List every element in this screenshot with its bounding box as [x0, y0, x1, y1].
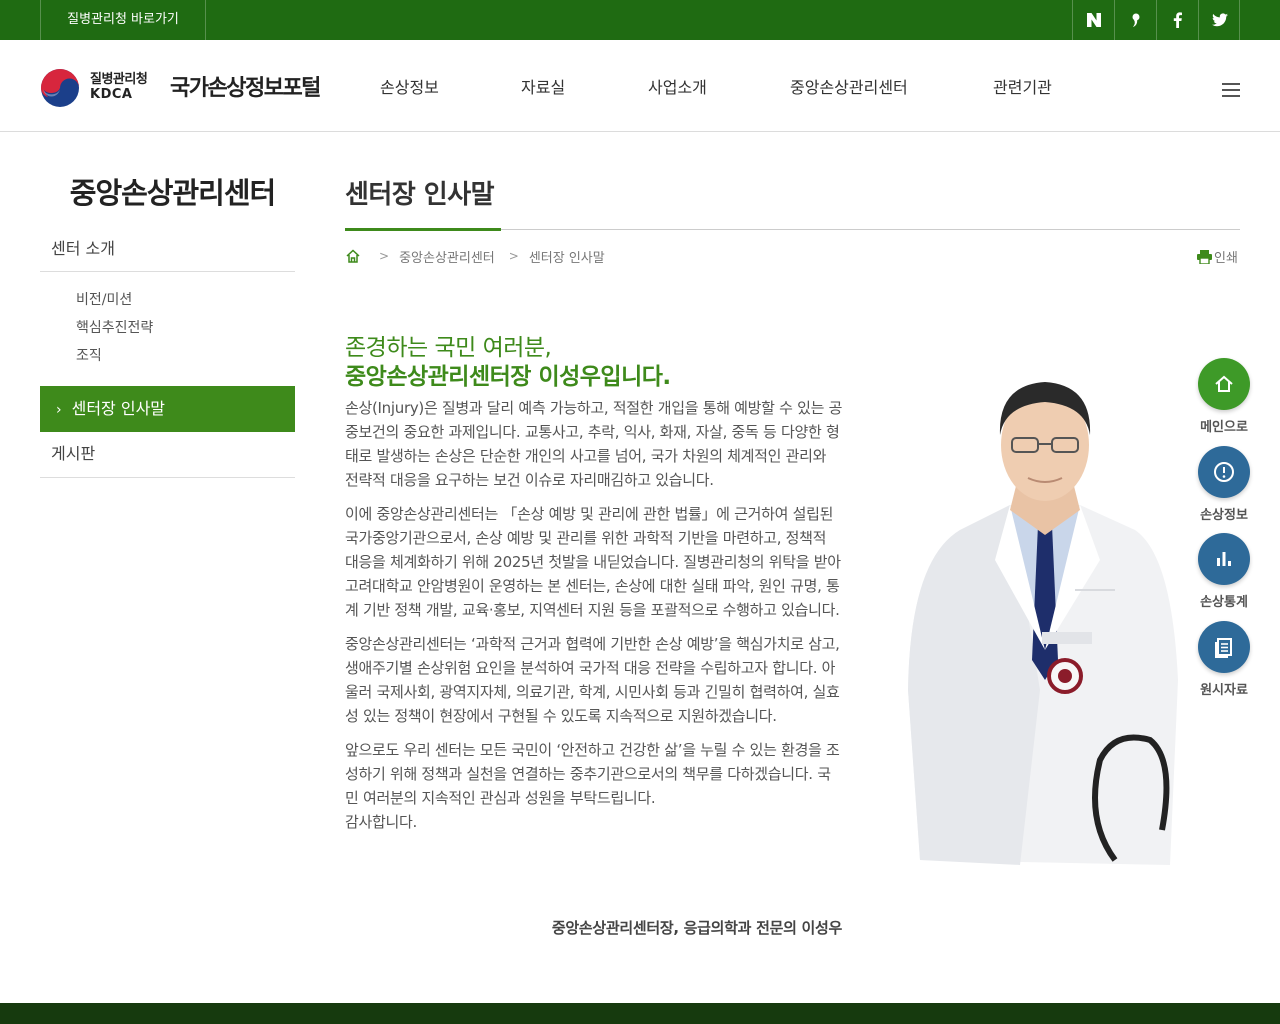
logo-portal-name: 국가손상정보포털	[170, 76, 321, 101]
gnb-item-related-orgs[interactable]: 관련기관	[993, 74, 1052, 98]
sns-links	[1072, 0, 1240, 40]
chevron-right-icon: ›	[56, 402, 62, 418]
sidebar-item-label: 센터장 인사말	[71, 399, 166, 418]
gnb-item-injury-info[interactable]: 손상정보	[380, 74, 439, 98]
printer-icon	[1197, 249, 1212, 264]
title-divider-accent	[345, 228, 501, 231]
breadcrumb-separator-icon: >	[379, 249, 390, 263]
breadcrumb-separator-icon: >	[508, 249, 519, 263]
sidebar-title: 중앙손상관리센터	[69, 176, 276, 210]
signature: 중앙손상관리센터장, 응급의학과 전문의 이성우	[551, 919, 842, 937]
quick-menu-injury-info[interactable]: 손상정보	[1197, 446, 1251, 523]
twitter-icon[interactable]	[1198, 0, 1240, 40]
print-label: 인쇄	[1214, 251, 1238, 266]
quick-menu-label: 원시자료	[1200, 683, 1248, 698]
menu-icon[interactable]	[1222, 83, 1240, 97]
breadcrumb: > 중앙손상관리센터 > 센터장 인사말	[345, 246, 605, 266]
sidebar-item-board[interactable]: 게시판	[40, 432, 295, 478]
bar-chart-icon	[1198, 533, 1250, 585]
greeting-line-2: 중앙손상관리센터장 이성우입니다.	[345, 364, 671, 390]
facebook-icon[interactable]	[1156, 0, 1198, 40]
logo-org-en: KDCA	[90, 87, 133, 102]
page-title: 센터장 인사말	[345, 180, 495, 210]
quick-menu-home[interactable]: 메인으로	[1197, 358, 1251, 435]
greeting-paragraph: 앞으로도 우리 센터는 모든 국민이 ‘안전하고 건강한 삶’을 누릴 수 있는…	[345, 741, 840, 807]
gnb-item-library[interactable]: 자료실	[521, 74, 565, 98]
greeting-body: 손상(Injury)은 질병과 달리 예측 가능하고, 적절한 개입을 통해 예…	[345, 396, 843, 842]
footer	[0, 1003, 1280, 1024]
quick-menu-injury-stats[interactable]: 손상통계	[1197, 533, 1251, 610]
kdca-emblem-icon	[41, 69, 79, 107]
breadcrumb-item[interactable]: 중앙손상관리센터	[399, 247, 495, 266]
print-button[interactable]: 인쇄	[1197, 247, 1238, 266]
site-logo[interactable]: 질병관리청 KDCA 국가손상정보포털	[40, 66, 340, 108]
greeting-thanks: 감사합니다.	[345, 813, 417, 831]
quick-menu-label: 손상정보	[1200, 508, 1248, 523]
document-icon	[1198, 621, 1250, 673]
sidebar-item-greeting[interactable]: › 센터장 인사말	[40, 386, 295, 432]
sidebar-item-vision[interactable]: 비전/미션	[76, 286, 295, 314]
home-icon	[1198, 358, 1250, 410]
kakao-icon[interactable]	[1114, 0, 1156, 40]
quick-menu-label: 메인으로	[1200, 420, 1248, 435]
site-header: 질병관리청 KDCA 국가손상정보포털 손상정보 자료실 사업소개 중앙손상관리…	[0, 40, 1280, 132]
kdca-shortcut-link[interactable]: 질병관리청 바로가기	[40, 0, 206, 40]
gnb-item-projects[interactable]: 사업소개	[648, 74, 707, 98]
quick-menu-label: 손상통계	[1200, 595, 1248, 610]
logo-org-name: 질병관리청	[90, 72, 148, 87]
sidebar-item-organization[interactable]: 조직	[76, 342, 295, 370]
alert-icon	[1198, 446, 1250, 498]
sidebar-item-center-intro[interactable]: 센터 소개	[40, 228, 295, 272]
director-portrait	[908, 382, 1178, 865]
greeting-paragraph: 이에 중앙손상관리센터는 「손상 예방 및 관리에 관한 법률」에 근거하여 설…	[345, 505, 841, 619]
sidebar-sub-list: 비전/미션 핵심추진전략 조직	[40, 272, 295, 380]
sidebar-nav: 센터 소개 비전/미션 핵심추진전략 조직 › 센터장 인사말 게시판	[40, 228, 295, 478]
gnb-item-central-center[interactable]: 중앙손상관리센터	[790, 74, 908, 98]
breadcrumb-item-current[interactable]: 센터장 인사말	[529, 247, 605, 266]
top-bar: 질병관리청 바로가기	[0, 0, 1280, 40]
quick-menu-raw-data[interactable]: 원시자료	[1197, 621, 1251, 698]
home-icon[interactable]	[345, 248, 361, 264]
greeting-paragraph: 손상(Injury)은 질병과 달리 예측 가능하고, 적절한 개입을 통해 예…	[345, 399, 843, 489]
naver-blog-icon[interactable]	[1072, 0, 1114, 40]
greeting-paragraph: 중앙손상관리센터는 ‘과학적 근거과 협력에 기반한 손상 예방’을 핵심가치로…	[345, 635, 840, 725]
sidebar-item-strategy[interactable]: 핵심추진전략	[76, 314, 295, 342]
